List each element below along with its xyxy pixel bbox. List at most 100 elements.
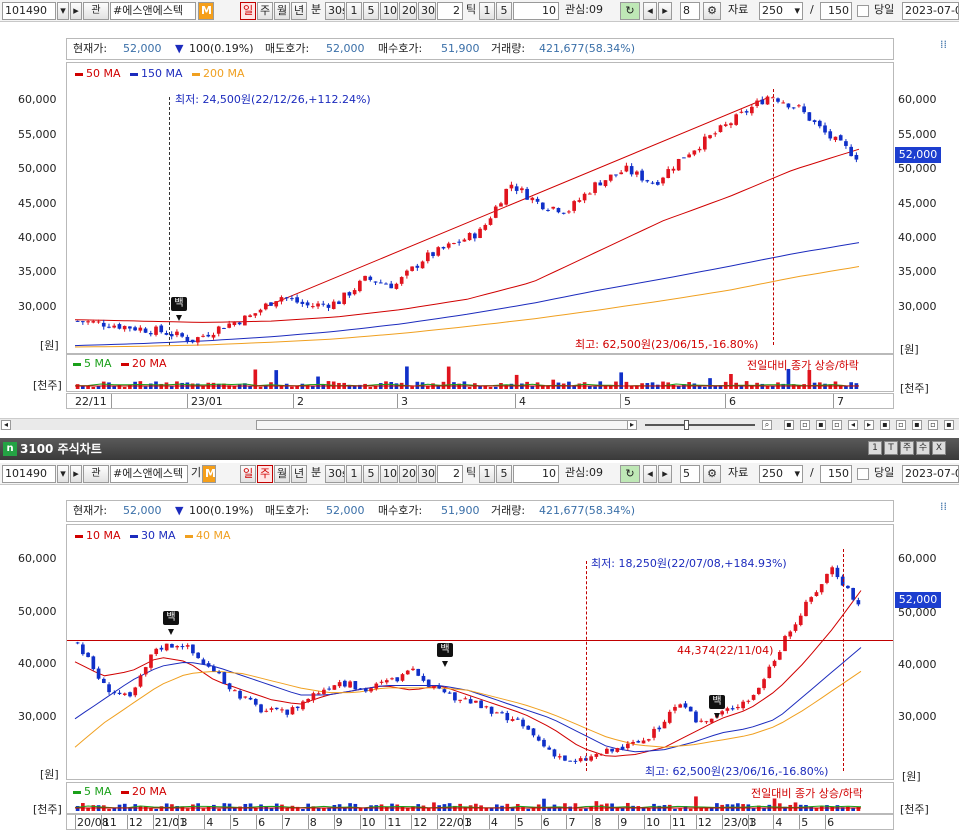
b-next-page-button[interactable]: ▸ xyxy=(658,465,672,483)
minute-20-button[interactable]: 20 xyxy=(399,2,417,20)
bid-value: 51,900 xyxy=(441,42,480,55)
candle-body xyxy=(175,646,180,648)
candle-body xyxy=(798,615,803,625)
b-period-day-button[interactable]: 일 xyxy=(240,465,256,483)
minute-10-button[interactable]: 10 xyxy=(380,2,398,20)
top-price-chart[interactable]: 50 MA 150 MA 200 MA 최저: 24,500원(22/12/26… xyxy=(66,62,894,354)
top-scrollbar[interactable]: ◂ ▸ ⌕ ▪ ▫ ▪ ▫ ◂ ▸ ▪ ▫ ▪ ▫ ▪ xyxy=(0,418,959,430)
b-date-input[interactable]: 2023-07-0 xyxy=(902,465,959,483)
data-total-input[interactable]: 150 xyxy=(820,2,852,20)
prev-page-button[interactable]: ◂ xyxy=(643,2,657,20)
stock-code-input[interactable]: 101490 xyxy=(2,2,56,20)
minute-30-button[interactable]: 30 xyxy=(418,2,436,20)
period-week-button[interactable]: 주 xyxy=(257,2,273,20)
b-data-total-input[interactable]: 150 xyxy=(820,465,852,483)
tick-10-input[interactable]: 10 xyxy=(513,2,559,20)
date-input[interactable]: 2023-07-0 xyxy=(902,2,959,20)
zoom-search-icon[interactable]: ⌕ xyxy=(762,420,772,430)
tool-icon-8[interactable]: ▫ xyxy=(896,420,906,430)
tick-input[interactable]: 2 xyxy=(437,2,463,20)
period-day-button[interactable]: 일 xyxy=(240,2,256,20)
b-prev-page-button[interactable]: ◂ xyxy=(643,465,657,483)
tool-icon-4[interactable]: ▫ xyxy=(832,420,842,430)
candle-body xyxy=(212,666,216,672)
b-code-dropdown-button[interactable]: ▾ xyxy=(57,465,69,483)
today-checkbox[interactable] xyxy=(857,5,869,17)
tool-icon-10[interactable]: ▫ xyxy=(928,420,938,430)
period-year-button[interactable]: 년 xyxy=(291,2,307,20)
candle-body xyxy=(828,131,833,139)
b-minute-5-button[interactable]: 5 xyxy=(363,465,379,483)
window-btn-t[interactable]: T xyxy=(884,441,898,455)
volume-label: 거래량: xyxy=(491,42,526,55)
tool-icon-7[interactable]: ▪ xyxy=(880,420,890,430)
minute-1-button[interactable]: 1 xyxy=(346,2,362,20)
b-tick-input[interactable]: 2 xyxy=(437,465,463,483)
expand-icon[interactable]: ⁞⁞ xyxy=(940,38,947,51)
b-minute-30-button[interactable]: 30 xyxy=(418,465,436,483)
settings-gear-icon[interactable]: ⚙ xyxy=(703,2,721,20)
b-tick-1-button[interactable]: 1 xyxy=(479,465,495,483)
tool-icon-5[interactable]: ◂ xyxy=(848,420,858,430)
b-period-year-button[interactable]: 년 xyxy=(291,465,307,483)
candle-body xyxy=(243,696,248,698)
scroll-right-button[interactable]: ▸ xyxy=(627,420,637,430)
next-page-button[interactable]: ▸ xyxy=(658,2,672,20)
b-stock-code-input[interactable]: 101490 xyxy=(2,465,56,483)
b-stock-name-field[interactable]: #에스앤에스텍 xyxy=(110,465,188,483)
b-tick-10-input[interactable]: 10 xyxy=(513,465,559,483)
minute-30s-button[interactable]: 30s xyxy=(325,2,345,20)
next-arrow-button[interactable]: ▸ xyxy=(70,2,82,20)
b-minute-20-button[interactable]: 20 xyxy=(399,465,417,483)
b-minute-30s-button[interactable]: 30s xyxy=(325,465,345,483)
m-badge-button[interactable]: M xyxy=(198,2,214,20)
tick-5-button[interactable]: 5 xyxy=(496,2,512,20)
page-input[interactable]: 8 xyxy=(680,2,700,20)
scroll-left-button[interactable]: ◂ xyxy=(1,420,11,430)
tool-icon-6[interactable]: ▸ xyxy=(864,420,874,430)
tool-icon-11[interactable]: ▪ xyxy=(944,420,954,430)
window-close-button[interactable]: X xyxy=(932,441,946,455)
b-page-input[interactable]: 5 xyxy=(680,465,700,483)
b-data-count-select[interactable]: 250 ▾ xyxy=(759,465,803,483)
candle-body xyxy=(739,111,744,113)
candle-body xyxy=(535,198,540,202)
window-btn-restore[interactable]: 주 xyxy=(900,441,914,455)
b-today-checkbox[interactable] xyxy=(857,468,869,480)
b-minute-10-button[interactable]: 10 xyxy=(380,465,398,483)
b-period-month-button[interactable]: 월 xyxy=(274,465,290,483)
tool-icon-1[interactable]: ▪ xyxy=(784,420,794,430)
period-month-button[interactable]: 월 xyxy=(274,2,290,20)
tool-icon-3[interactable]: ▪ xyxy=(816,420,826,430)
candle-body xyxy=(830,567,835,575)
stock-name-field[interactable]: #에스앤에스텍 xyxy=(110,2,196,20)
b-refresh-icon[interactable]: ↻ xyxy=(620,465,640,483)
top-volume-chart[interactable]: 5 MA 20 MA 전일대비 종가 상승/하락 xyxy=(66,354,894,392)
data-count-select[interactable]: 250 ▾ xyxy=(759,2,803,20)
b-expand-icon[interactable]: ⁞⁞ xyxy=(940,500,947,513)
zoom-slider[interactable] xyxy=(645,424,755,426)
tool-icon-2[interactable]: ▫ xyxy=(800,420,810,430)
b-settings-gear-icon[interactable]: ⚙ xyxy=(703,465,721,483)
zoom-slider-handle[interactable] xyxy=(684,420,689,430)
tool-icon-9[interactable]: ▪ xyxy=(912,420,922,430)
bottom-volume-chart[interactable]: 5 MA 20 MA 전일대비 종가 상승/하락 xyxy=(66,782,894,814)
tick-1-button[interactable]: 1 xyxy=(479,2,495,20)
candle-body xyxy=(216,326,221,334)
window-btn-max[interactable]: 수 xyxy=(916,441,930,455)
scroll-thumb[interactable] xyxy=(256,420,636,430)
window-btn-1[interactable]: 1 xyxy=(868,441,882,455)
refresh-icon[interactable]: ↻ xyxy=(620,2,640,20)
search-icon[interactable]: 관 xyxy=(83,2,109,20)
minute-5-button[interactable]: 5 xyxy=(363,2,379,20)
b-m-badge-button[interactable]: M xyxy=(202,465,216,483)
candle-body xyxy=(594,754,599,757)
b-search-icon[interactable]: 관 xyxy=(83,465,109,483)
candle-body xyxy=(730,708,735,710)
b-tick-5-button[interactable]: 5 xyxy=(496,465,512,483)
bottom-price-chart[interactable]: 10 MA 30 MA 40 MA 44,374(22/11/04) 최저: 1… xyxy=(66,524,894,780)
b-period-week-button[interactable]: 주 xyxy=(257,465,273,483)
b-next-arrow-button[interactable]: ▸ xyxy=(70,465,82,483)
b-minute-1-button[interactable]: 1 xyxy=(346,465,362,483)
code-dropdown-button[interactable]: ▾ xyxy=(57,2,69,20)
